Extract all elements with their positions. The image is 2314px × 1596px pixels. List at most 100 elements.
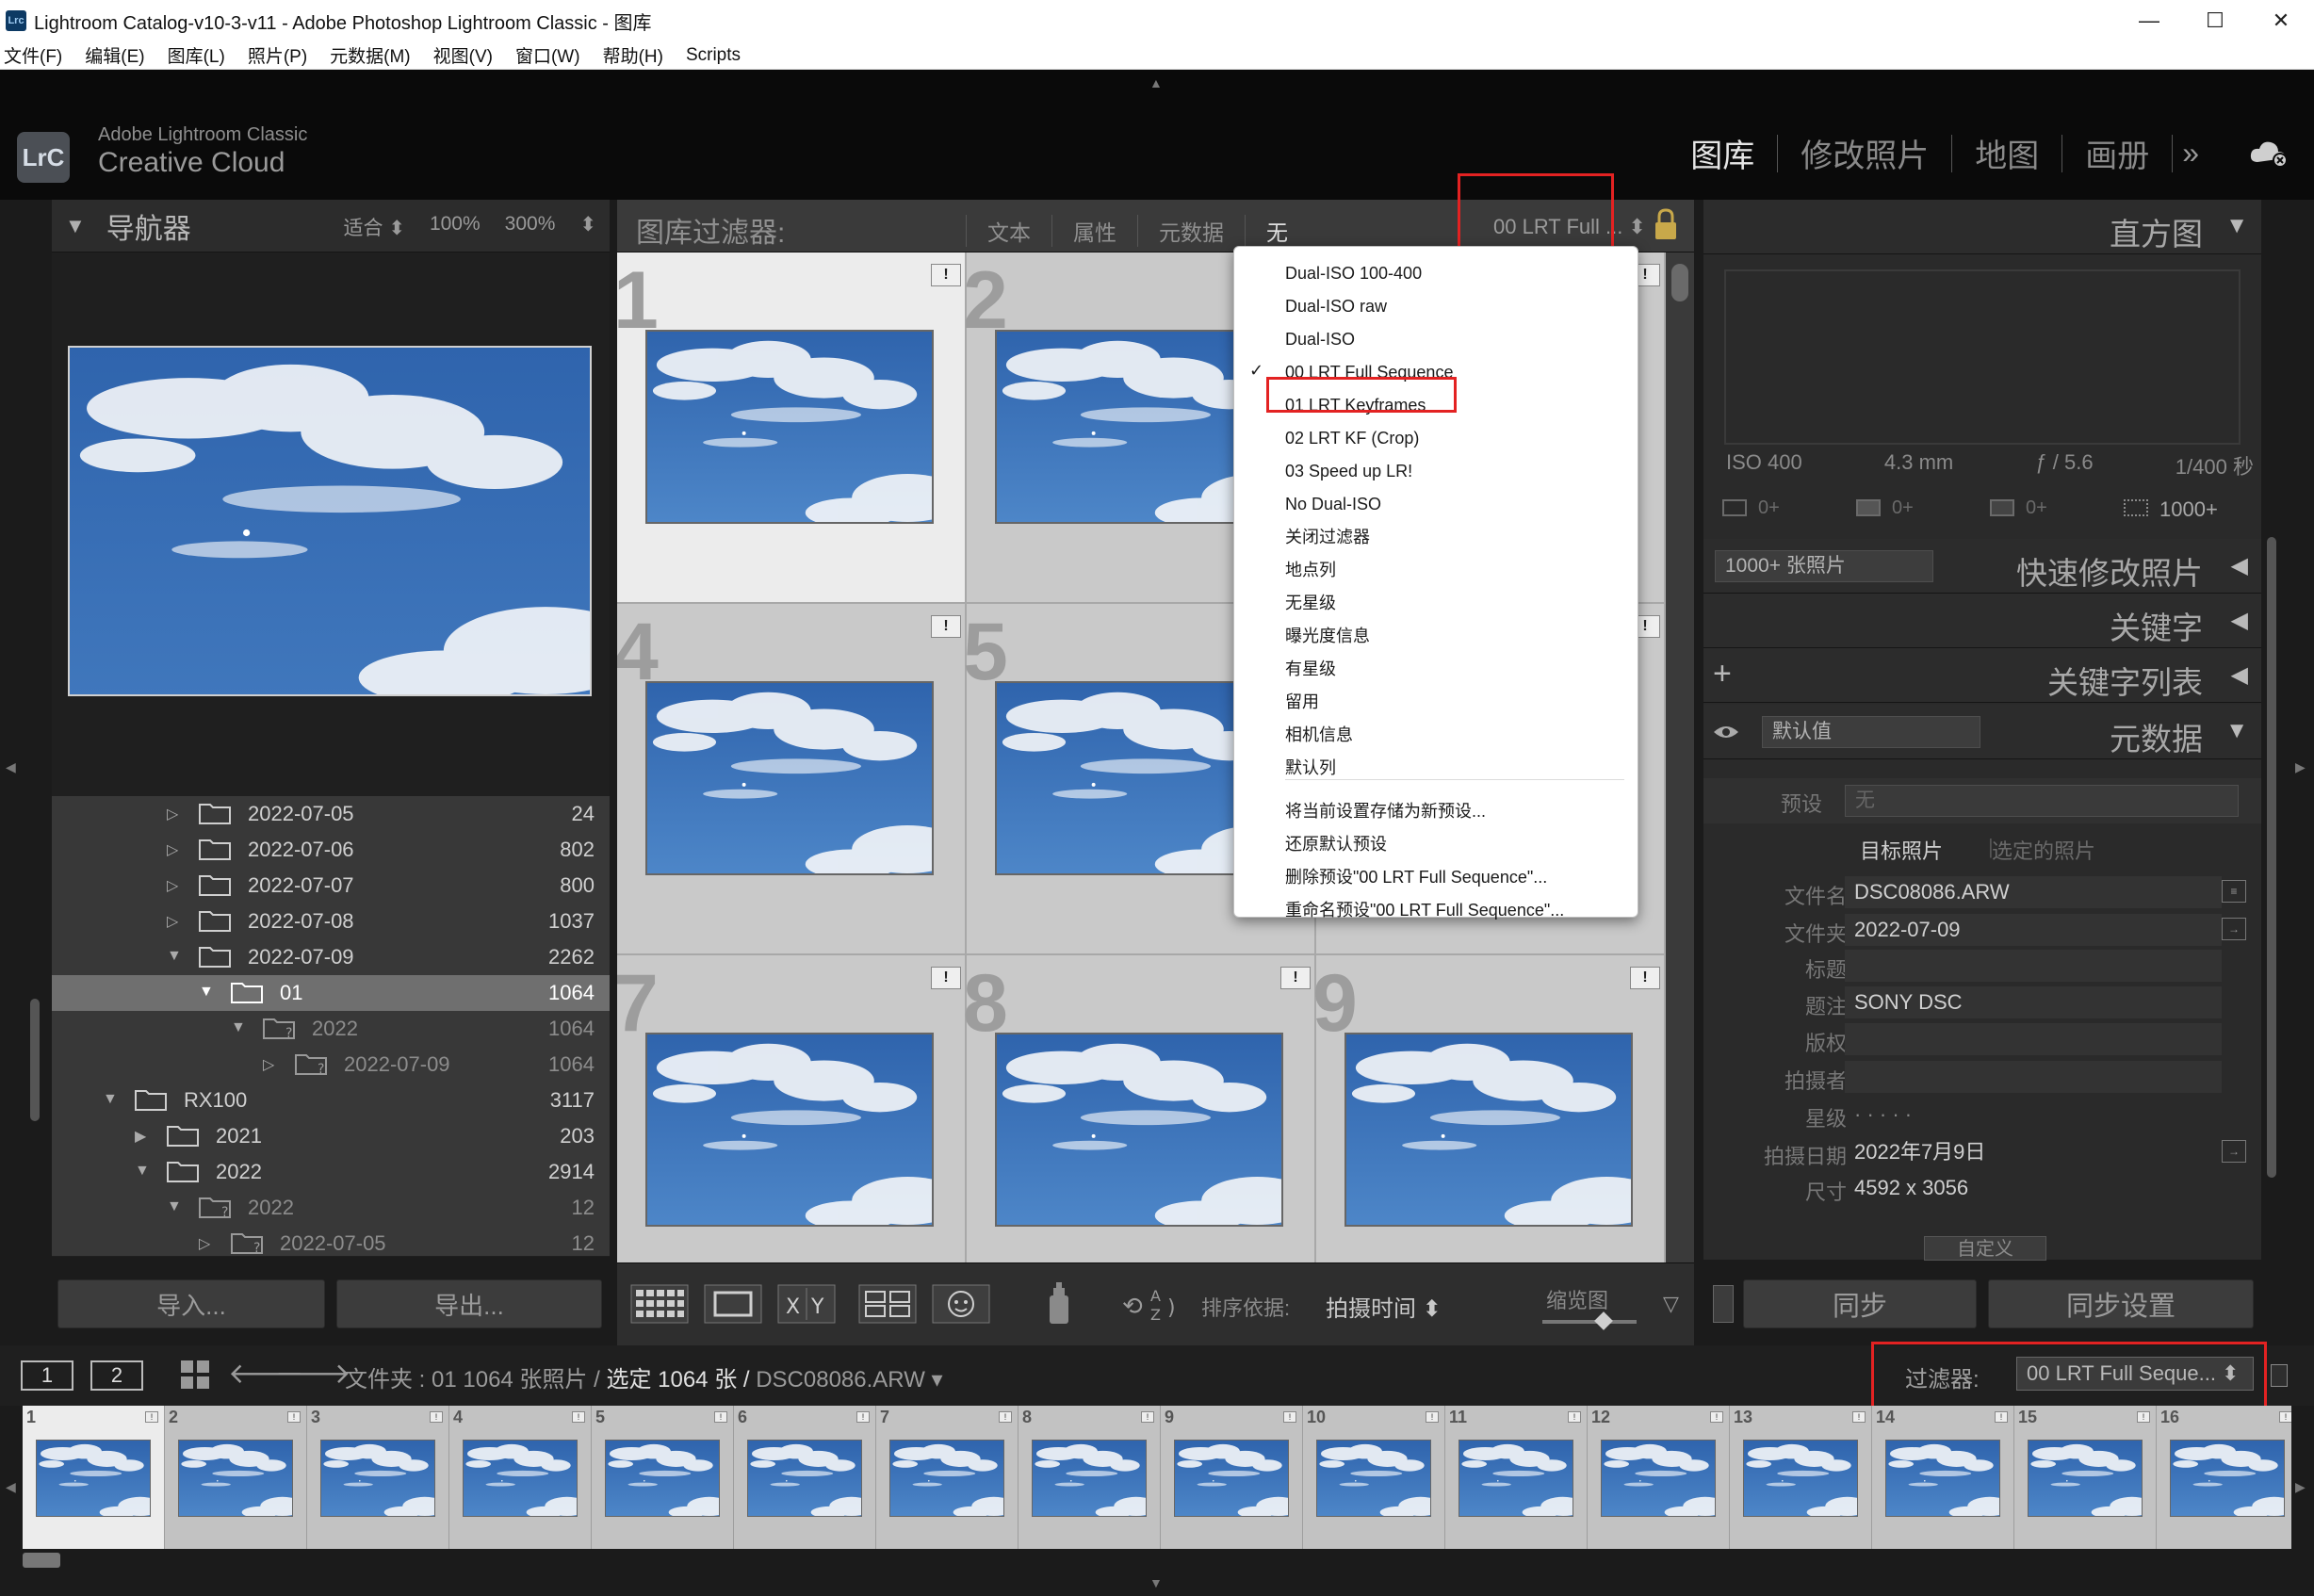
folder-row[interactable]: ▶ 2021 203 xyxy=(52,1118,610,1154)
histogram-header[interactable]: 直方图 ▼ xyxy=(1703,200,2261,254)
filmstrip-thumbnail[interactable] xyxy=(2170,1440,2285,1517)
warning-badge-icon[interactable]: ! xyxy=(145,1411,158,1423)
warning-badge-icon[interactable]: ! xyxy=(2137,1411,2150,1423)
cloud-sync-icon[interactable] xyxy=(2248,138,2290,168)
sync-settings-button[interactable]: 同步设置 xyxy=(1988,1279,2254,1328)
filmstrip-thumbnail[interactable] xyxy=(463,1440,578,1517)
zoom-fit[interactable]: 适合 ⬍ xyxy=(344,213,405,241)
grid-cell[interactable]: 8 ! xyxy=(963,955,1316,1262)
filmstrip-cell[interactable]: 13! xyxy=(1730,1406,1872,1549)
filmstrip-cell[interactable]: 6! xyxy=(734,1406,876,1549)
rename-icon[interactable]: ≡ xyxy=(2222,880,2246,903)
filmstrip-thumbnail[interactable] xyxy=(1885,1440,2000,1517)
filmstrip-right-arrow-icon[interactable]: ▶ xyxy=(2295,1479,2306,1495)
warning-badge-icon[interactable]: ! xyxy=(931,264,961,286)
caption-field[interactable]: SONY DSC xyxy=(1845,986,2222,1018)
menu-view[interactable]: 视图(V) xyxy=(433,42,493,68)
sort-direction-icon[interactable]: ⟲ A Z ) xyxy=(1122,1282,1184,1326)
toolbar-menu-icon[interactable]: ▽ xyxy=(1663,1292,1679,1316)
customize-button[interactable]: 自定义 xyxy=(1924,1236,2046,1261)
dropdown-item[interactable]: 留用 xyxy=(1285,687,1319,717)
collapse-triangle-icon[interactable]: ▼ xyxy=(65,214,86,238)
filter-text-tab[interactable]: 文本 xyxy=(966,215,1051,247)
filter-metadata-tab[interactable]: 元数据 xyxy=(1137,215,1245,247)
menu-window[interactable]: 窗口(W) xyxy=(515,42,580,68)
edit-capture-time-icon[interactable]: → xyxy=(2222,1140,2246,1163)
expand-triangle-icon[interactable]: ◀ xyxy=(2231,661,2248,689)
filmstrip-thumbnail[interactable] xyxy=(1458,1440,1573,1517)
eye-icon[interactable] xyxy=(1713,724,1739,741)
folder-row[interactable]: ▷ 2022-07-05 24 xyxy=(52,796,610,832)
filmstrip-left-arrow-icon[interactable]: ◀ xyxy=(6,1479,16,1495)
filmstrip-thumbnail[interactable] xyxy=(1601,1440,1716,1517)
main-screen-button[interactable]: 1 xyxy=(21,1360,73,1391)
dropdown-item[interactable]: Dual-ISO xyxy=(1285,324,1355,354)
photo-thumbnail[interactable] xyxy=(1344,1033,1633,1227)
menu-metadata[interactable]: 元数据(M) xyxy=(330,42,410,68)
filmstrip-cell[interactable]: 1! xyxy=(23,1406,165,1549)
add-keyword-icon[interactable]: + xyxy=(1713,656,1732,692)
grid-view-icon[interactable] xyxy=(179,1359,211,1391)
grid-scrollbar-track[interactable] xyxy=(1666,252,1694,1262)
zoom-more[interactable]: ⬍ xyxy=(579,213,596,241)
navigator-header[interactable]: ▼ 导航器 适合 ⬍ 100% 300% ⬍ xyxy=(52,200,610,252)
go-to-folder-icon[interactable]: → xyxy=(2222,918,2246,940)
filmstrip-thumbnail[interactable] xyxy=(178,1440,293,1517)
collapse-triangle-icon[interactable]: ▼ xyxy=(2225,718,2248,744)
dropdown-item[interactable]: 相机信息 xyxy=(1285,720,1353,750)
warning-badge-icon[interactable]: ! xyxy=(1630,967,1660,989)
filmstrip-cell[interactable]: 7! xyxy=(876,1406,1018,1549)
maximize-button[interactable]: ☐ xyxy=(2182,0,2248,41)
right-panel-toggle-icon[interactable]: ▶ xyxy=(2295,759,2306,775)
module-library[interactable]: 图库 xyxy=(1668,130,1777,176)
expand-triangle-icon[interactable]: ◀ xyxy=(2231,607,2248,634)
import-button[interactable]: 导入... xyxy=(57,1279,325,1328)
dropdown-item[interactable]: 02 LRT KF (Crop) xyxy=(1285,423,1419,453)
folder-row[interactable]: ▷ ? 2022-07-09 1064 xyxy=(52,1047,610,1083)
second-screen-button[interactable]: 2 xyxy=(90,1360,143,1391)
dropdown-action[interactable]: 重命名预设"00 LRT Full Sequence"... xyxy=(1285,895,1564,925)
filter-none-tab[interactable]: 无 xyxy=(1245,215,1309,247)
dropdown-item[interactable]: 有星级 xyxy=(1285,654,1336,684)
filmstrip-thumbnail[interactable] xyxy=(36,1440,151,1517)
dropdown-item[interactable]: 03 Speed up LR! xyxy=(1285,456,1412,486)
dropdown-item[interactable]: 地点列 xyxy=(1285,555,1336,585)
filter-lock-switch[interactable] xyxy=(2271,1364,2288,1387)
tab-target-photo[interactable]: 目标照片 xyxy=(1860,835,1943,865)
warning-badge-icon[interactable]: ! xyxy=(1995,1411,2008,1423)
dropdown-action[interactable]: 还原默认预设 xyxy=(1285,829,1387,859)
folder-row[interactable]: ▷ 2022-07-06 802 xyxy=(52,832,610,868)
filter-attribute-tab[interactable]: 属性 xyxy=(1051,215,1137,247)
filmstrip-thumbnail[interactable] xyxy=(889,1440,1004,1517)
folder-field[interactable]: 2022-07-09 xyxy=(1845,914,2222,946)
filmstrip-cell[interactable]: 2! xyxy=(165,1406,307,1549)
warning-badge-icon[interactable]: ! xyxy=(1280,967,1311,989)
metadata-header[interactable]: 默认值 元数据 ▼ xyxy=(1703,705,2261,759)
menu-edit[interactable]: 编辑(E) xyxy=(85,42,144,68)
folder-row[interactable]: ▼ RX100 3117 xyxy=(52,1083,610,1118)
title-field[interactable] xyxy=(1845,950,2222,982)
warning-badge-icon[interactable]: ! xyxy=(1426,1411,1439,1423)
left-panel-scrollbar[interactable] xyxy=(30,999,40,1121)
filmstrip-cell[interactable]: 8! xyxy=(1018,1406,1161,1549)
folder-row[interactable]: ▷ 2022-07-07 800 xyxy=(52,868,610,904)
filmstrip-cell[interactable]: 16! xyxy=(2157,1406,2291,1549)
grid-cell[interactable]: 9 ! xyxy=(1312,955,1666,1262)
filmstrip-cell[interactable]: 10! xyxy=(1303,1406,1445,1549)
folder-row[interactable]: ▷ ? 2022-07-05 12 xyxy=(52,1226,610,1256)
filmstrip-thumbnail[interactable] xyxy=(605,1440,720,1517)
filmstrip-thumbnail[interactable] xyxy=(1743,1440,1858,1517)
people-view-icon[interactable] xyxy=(932,1284,990,1324)
grid-cell[interactable]: 1 ! xyxy=(617,252,967,604)
filmstrip-cell[interactable]: 12! xyxy=(1588,1406,1730,1549)
rating-field[interactable]: · · · · · xyxy=(1845,1099,2222,1131)
folder-row[interactable]: ▼ ? 2022 1064 xyxy=(52,1011,610,1047)
warning-badge-icon[interactable]: ! xyxy=(287,1411,301,1423)
left-panel-toggle-icon[interactable]: ◀ xyxy=(6,759,16,775)
more-modules-icon[interactable]: » xyxy=(2173,136,2208,171)
grid-view-icon[interactable] xyxy=(630,1284,689,1324)
photo-thumbnail[interactable] xyxy=(645,1033,934,1227)
warning-badge-icon[interactable]: ! xyxy=(931,967,961,989)
filmstrip-thumbnail[interactable] xyxy=(747,1440,862,1517)
grid-cell[interactable]: 4 ! xyxy=(617,604,967,955)
